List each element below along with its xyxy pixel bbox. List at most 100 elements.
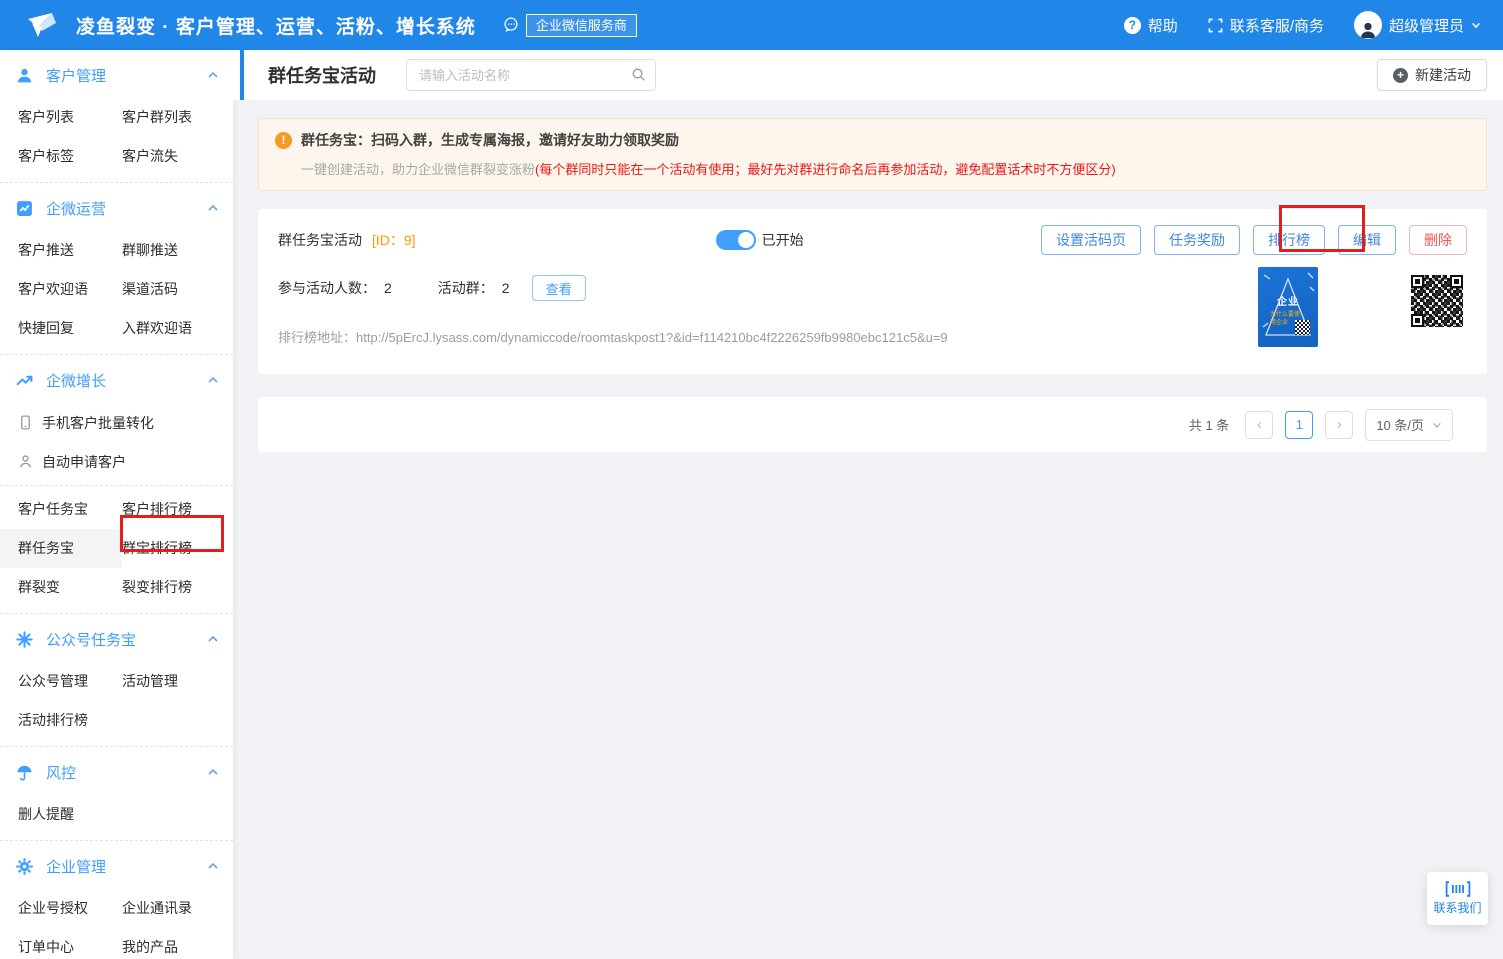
sidebar-item-activity-ranking[interactable]: 活动排行榜 (0, 701, 122, 740)
sidebar-section-customer-management: 客户管理 客户列表 客户群列表 客户标签 客户流失 (0, 50, 233, 183)
activity-id-badge: [ID：9] (372, 230, 416, 250)
sidebar-item-official-account-mgmt[interactable]: 公众号管理 (0, 662, 122, 701)
sidebar-item-customer-group-list[interactable]: 客户群列表 (122, 98, 233, 137)
sidebar-item-customer-churn[interactable]: 客户流失 (122, 137, 233, 176)
chevron-up-icon[interactable] (207, 860, 219, 872)
sidebar-header-enterprise-management[interactable]: 企业管理 (0, 843, 233, 889)
app-logo-icon (22, 9, 64, 41)
chevron-up-icon[interactable] (207, 202, 219, 214)
sidebar-header-customer-management[interactable]: 客户管理 (0, 52, 233, 98)
chart-icon (16, 200, 33, 217)
sidebar-item-group-taskbao-ranking[interactable]: 群宝排行榜 (122, 529, 233, 568)
topbar: 凌鱼裂变 · 客户管理、运营、活粉、增长系统 企业微信服务商 ? 帮助 (0, 0, 1503, 50)
poster-subtitle-2: 用企业 (1270, 317, 1288, 326)
sidebar-item-customer-taskbao[interactable]: 客户任务宝 (0, 490, 122, 529)
next-page-button[interactable]: › (1325, 411, 1353, 439)
sidebar-header-wecom-growth[interactable]: 企微增长 (0, 357, 233, 403)
sidebar-section-risk-control: 风控 删人提醒 (0, 747, 233, 841)
page-title: 群任务宝活动 (268, 62, 376, 88)
groups-value: 2 (502, 280, 510, 296)
sidebar-item-group-taskbao[interactable]: 群任务宝 (0, 529, 122, 568)
sidebar-header-official-account-taskbao[interactable]: 公众号任务宝 (0, 616, 233, 662)
sidebar-item-my-products[interactable]: 我的产品 (122, 928, 233, 959)
task-reward-button[interactable]: 任务奖励 (1154, 225, 1240, 255)
sidebar-item-delete-reminder[interactable]: 删人提醒 (0, 795, 122, 834)
section-title: 企业管理 (46, 856, 106, 877)
sidebar-item-customer-welcome[interactable]: 客户欢迎语 (0, 270, 122, 309)
view-button[interactable]: 查看 (532, 275, 586, 301)
sidebar-item-auto-apply-customer[interactable]: 自动申请客户 (0, 442, 233, 481)
sidebar-item-order-center[interactable]: 订单中心 (0, 928, 122, 959)
sidebar-item-customer-tags[interactable]: 客户标签 (0, 137, 122, 176)
sidebar-item-customer-list[interactable]: 客户列表 (0, 98, 122, 137)
pagination-bar: 共 1 条 ‹ 1 › 10 条/页 (258, 397, 1487, 452)
person-icon (18, 454, 33, 469)
chevron-up-icon[interactable] (207, 374, 219, 386)
trend-icon (16, 372, 33, 389)
sidebar-item-group-chat-push[interactable]: 群聊推送 (122, 231, 233, 270)
warning-icon: ! (275, 132, 292, 149)
search-icon[interactable] (631, 67, 646, 82)
poster-qr-icon (1295, 320, 1310, 335)
sidebar-item-customer-push[interactable]: 客户推送 (0, 231, 122, 270)
username: 超级管理员 (1389, 15, 1464, 36)
edit-button[interactable]: 编辑 (1338, 225, 1396, 255)
page-header: 群任务宝活动 + 新建活动 (233, 50, 1503, 100)
search-input[interactable] (406, 59, 656, 91)
setup-livecode-page-button[interactable]: 设置活码页 (1041, 225, 1141, 255)
sidebar-item-channel-livecode[interactable]: 渠道活码 (122, 270, 233, 309)
topbar-right: ? 帮助 联系客服/商务 超级管 (1124, 11, 1481, 39)
user-menu[interactable]: 超级管理员 (1354, 11, 1481, 39)
chevron-up-icon[interactable] (207, 766, 219, 778)
section-title: 风控 (46, 762, 76, 783)
participants-label: 参与活动人数： (278, 278, 376, 298)
activity-actions: 设置活码页 任务奖励 排行榜 编辑 删除 (1041, 225, 1467, 255)
new-activity-button[interactable]: + 新建活动 (1377, 59, 1487, 91)
ranking-button[interactable]: 排行榜 (1253, 225, 1325, 255)
sidebar-item-enterprise-auth[interactable]: 企业号授权 (0, 889, 122, 928)
search-box (406, 59, 656, 91)
chevron-down-icon (1432, 420, 1442, 430)
qr-code[interactable] (1411, 275, 1463, 327)
pagination-total: 共 1 条 (1189, 415, 1229, 434)
page-size-value: 10 条/页 (1376, 415, 1424, 434)
sidebar-item-enterprise-contacts[interactable]: 企业通讯录 (122, 889, 233, 928)
app: 凌鱼裂变 · 客户管理、运营、活粉、增长系统 企业微信服务商 ? 帮助 (0, 0, 1503, 959)
sidebar-item-customer-ranking[interactable]: 客户排行榜 (122, 490, 233, 529)
prev-page-button[interactable]: ‹ (1245, 411, 1273, 439)
help-link[interactable]: ? 帮助 (1124, 15, 1178, 36)
sidebar-item-phone-batch-convert[interactable]: 手机客户批量转化 (0, 403, 233, 442)
poster-thumbnail[interactable]: 企业 为什么要使 用企业 (1258, 267, 1318, 347)
alert-desc-gray: 一键创建活动，助力企业微信群裂变涨粉 (301, 162, 535, 177)
service-badge-group: 企业微信服务商 (502, 14, 637, 37)
poster-title: 企业 (1258, 293, 1318, 308)
sidebar-item-fission-ranking[interactable]: 裂变排行榜 (122, 568, 233, 607)
current-page-button[interactable]: 1 (1285, 411, 1313, 439)
sidebar-item-quick-reply[interactable]: 快捷回复 (0, 309, 122, 348)
sidebar-item-activity-mgmt[interactable]: 活动管理 (122, 662, 233, 701)
question-icon: ? (1124, 17, 1141, 34)
contact-us-float[interactable]: 联系我们 (1427, 872, 1488, 925)
ranking-url[interactable]: http://5pErcJ.lysass.com/dynamiccode/roo… (356, 330, 948, 345)
phone-icon (18, 415, 33, 430)
sidebar-header-wecom-operation[interactable]: 企微运营 (0, 185, 233, 231)
chevron-up-icon[interactable] (207, 69, 219, 81)
contact-us-label: 联系我们 (1433, 899, 1481, 916)
qr-finder-icon (1450, 275, 1463, 288)
barcode-icon (1445, 881, 1471, 897)
page-size-select[interactable]: 10 条/页 (1365, 409, 1453, 441)
chevron-up-icon[interactable] (207, 633, 219, 645)
status-toggle[interactable] (716, 230, 756, 250)
gear-icon (16, 858, 33, 875)
main-content: ! 群任务宝：扫码入群，生成专属海报，邀请好友助力领取奖励 一键创建活动，助力企… (233, 100, 1503, 959)
status-label: 已开始 (762, 230, 804, 250)
sidebar-item-group-fission[interactable]: 群裂变 (0, 568, 122, 607)
contact-support-link[interactable]: 联系客服/商务 (1208, 15, 1324, 36)
groups-label: 活动群： (438, 278, 494, 298)
wecom-provider-badge: 企业微信服务商 (526, 14, 637, 37)
activity-card: 群任务宝活动 [ID：9] 已开始 设置活码页 任务奖励 排行榜 编辑 删除 参… (258, 209, 1487, 374)
delete-button[interactable]: 删除 (1409, 225, 1467, 255)
section-title: 企微增长 (46, 370, 106, 391)
sidebar-header-risk-control[interactable]: 风控 (0, 749, 233, 795)
sidebar-item-group-welcome[interactable]: 入群欢迎语 (122, 309, 233, 348)
